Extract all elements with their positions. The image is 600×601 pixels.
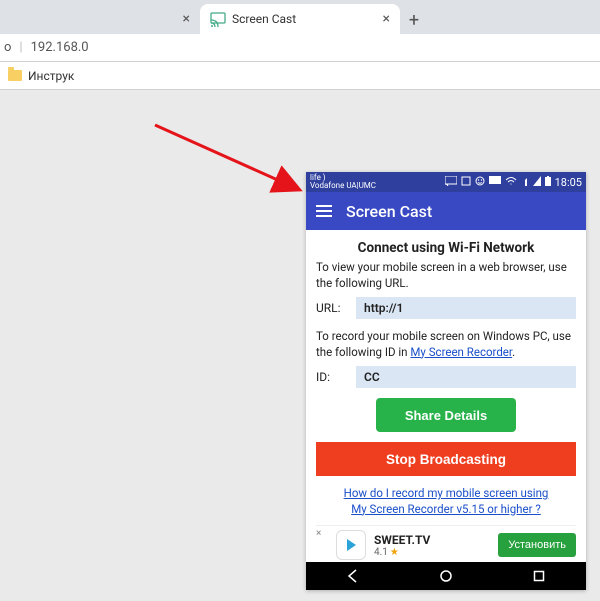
url-label: URL: [316,301,348,315]
carrier-2: Vodafone UA|UMC [310,182,376,190]
divider: | [19,40,22,55]
view-instructions: To view your mobile screen in a web brow… [316,260,576,291]
square-icon [461,176,471,189]
folder-icon [8,70,22,81]
bookmarks-bar: Инструк [0,62,600,90]
faq-link-line1[interactable]: How do I record my mobile screen using [344,486,549,500]
home-icon[interactable] [439,569,453,583]
annotation-arrow [150,120,320,210]
id-field[interactable]: CC [356,366,576,388]
star-icon: ★ [390,547,399,558]
tab-title: Screen Cast [232,12,296,26]
address-bar[interactable]: o | 192.168.0 [0,34,600,62]
ad-rating: 4.1★ [374,547,490,558]
back-icon[interactable] [346,569,360,583]
tab-previous[interactable]: × [0,4,200,34]
id-label: ID: [316,370,348,384]
install-button[interactable]: Установить [498,533,576,557]
url-field[interactable]: http://1 [356,297,576,319]
close-tab-icon[interactable]: × [183,11,190,27]
smiley-icon [475,176,485,189]
recents-icon[interactable] [532,569,546,583]
tab-strip: × Screen Cast × + [0,0,600,34]
share-details-button[interactable]: Share Details [376,398,516,432]
new-tab-button[interactable]: + [400,6,428,34]
stop-broadcasting-button[interactable]: Stop Broadcasting [316,442,576,476]
cast-icon [445,176,457,189]
address-text: 192.168.0 [31,40,89,55]
app-title: Screen Cast [346,202,432,221]
app-bar: Screen Cast [306,192,586,230]
app-content: Connect using Wi-Fi Network To view your… [306,230,586,562]
clock-text: 18:05 [555,176,582,189]
signal-icon [521,176,529,189]
my-screen-recorder-link[interactable]: My Screen Recorder [410,345,512,359]
ad-app-icon[interactable] [336,530,366,560]
ad-banner: × SWEET.TV 4.1★ Установить [316,525,576,562]
ad-close-icon[interactable]: × [316,528,328,539]
section-heading: Connect using Wi-Fi Network [316,240,576,256]
menu-icon[interactable] [316,205,332,217]
record-instructions: To record your mobile screen on Windows … [316,329,576,360]
android-status-bar: life ) Vodafone UA|UMC 18:05 [306,172,586,192]
signal-icon [533,176,541,189]
faq-link-line2[interactable]: My Screen Recorder v5.15 or higher ? [351,502,541,516]
battery-icon [545,176,551,189]
bookmark-item[interactable]: Инструк [28,69,74,83]
tab-screen-cast[interactable]: Screen Cast × [200,4,400,34]
address-prefix: o [4,40,11,55]
screen-icon [489,176,501,189]
wifi-icon [505,176,517,189]
favicon-icon [210,11,226,27]
phone-mockup: life ) Vodafone UA|UMC 18:05 Screen Cast… [306,172,586,590]
close-tab-icon[interactable]: × [383,11,390,27]
ad-title: SWEET.TV [374,533,490,547]
android-nav-bar [306,562,586,590]
record-text-post: . [512,345,515,359]
